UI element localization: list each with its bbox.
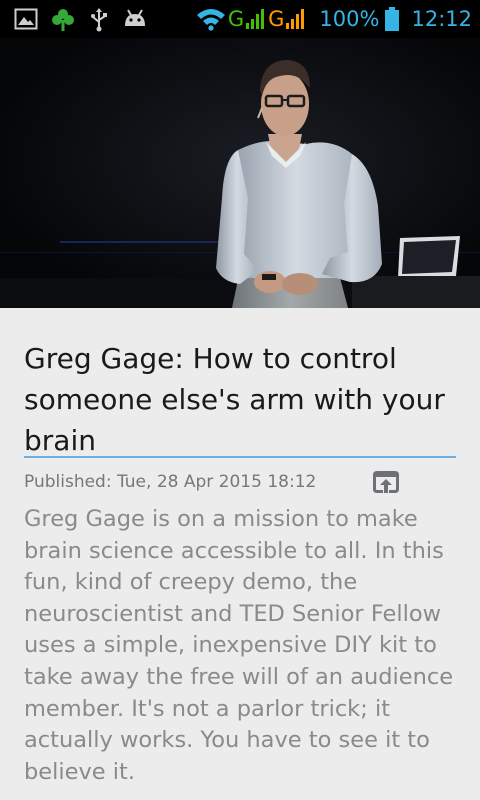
video-thumbnail[interactable] (0, 38, 480, 308)
signal-icon-2 (286, 9, 305, 29)
wifi-icon (196, 9, 225, 31)
battery-percent: 100% (319, 7, 380, 31)
signal-icon (246, 9, 265, 29)
network-type-2: G (268, 7, 285, 31)
clock: 12:12 (411, 7, 472, 31)
title-divider (24, 456, 456, 458)
speaker-illustration (0, 38, 480, 308)
status-bar: G G 100% 12:12 (0, 0, 480, 38)
open-external-button[interactable] (368, 466, 404, 498)
status-right: G G 100% 12:12 (196, 0, 472, 38)
article-description: Greg Gage is on a mission to make brain … (24, 506, 454, 785)
battery-icon (385, 7, 400, 31)
article: Greg Gage: How to control someone else's… (0, 308, 480, 800)
open-external-icon (373, 471, 399, 493)
article-title: Greg Gage: How to control someone else's… (24, 342, 445, 457)
clover-icon (52, 9, 74, 31)
usb-icon (91, 8, 107, 32)
android-debug-icon (125, 9, 145, 26)
network-type-1: G (227, 7, 245, 31)
published-date: Published: Tue, 28 Apr 2015 18:12 (24, 472, 317, 492)
gallery-icon (14, 8, 38, 30)
